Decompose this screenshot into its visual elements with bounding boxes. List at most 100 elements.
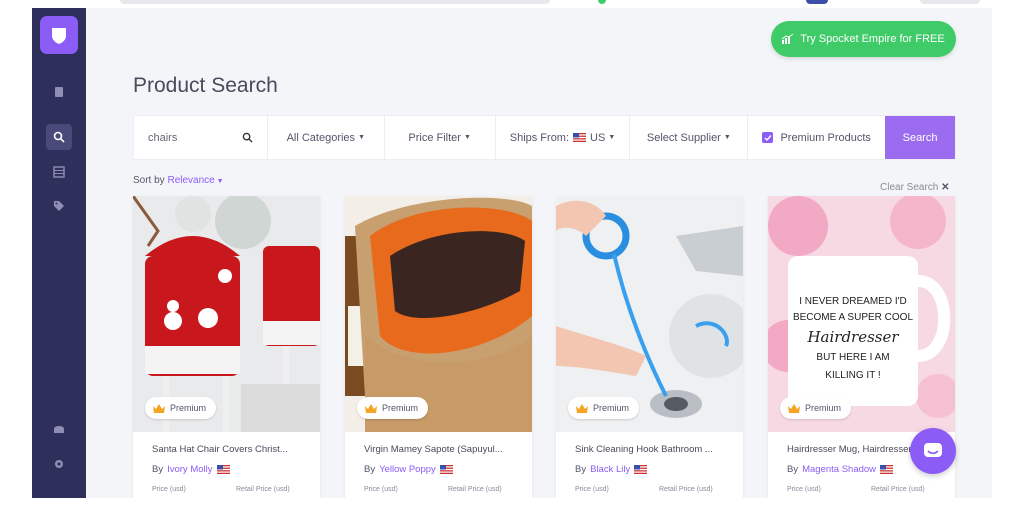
chevron-down-icon: ▼ <box>608 134 616 141</box>
browser-top-strip <box>0 0 1024 8</box>
by-label: By <box>364 464 376 475</box>
product-title[interactable]: Santa Hat Chair Covers Christ... <box>152 444 307 455</box>
search-query: chairs <box>148 131 178 144</box>
book-icon <box>55 87 63 97</box>
search-input[interactable]: chairs <box>134 116 268 159</box>
premium-products-toggle[interactable]: Premium Products <box>748 116 885 159</box>
clear-search-label: Clear Search <box>880 182 939 193</box>
retail-price-label: Retail Price (usd) <box>448 486 502 493</box>
search-button[interactable]: Search <box>885 116 955 159</box>
product-supplier: By Ivory Molly <box>152 464 234 475</box>
address-bar-fragment <box>120 0 550 4</box>
chevron-down-icon: ▼ <box>723 134 731 141</box>
chevron-down-icon: ▼ <box>463 134 471 141</box>
price-label: Price (usd) <box>364 486 398 493</box>
premium-products-label: Premium Products <box>780 131 871 144</box>
price-label: Price (usd) <box>575 486 609 493</box>
tag-icon <box>54 201 64 211</box>
mug-text-line5: KILLING IT ! <box>825 370 880 381</box>
sidebar-item-chat[interactable] <box>46 416 72 442</box>
us-flag-icon <box>573 133 587 142</box>
app-frame: Try Spocket Empire for FREE Product Sear… <box>32 8 992 498</box>
page-title: Product Search <box>133 74 278 97</box>
product-image[interactable]: Premium <box>345 196 532 432</box>
product-supplier: By Magenta Shadow <box>787 464 897 475</box>
gear-icon <box>55 460 63 468</box>
app-logo[interactable] <box>40 16 78 54</box>
premium-badge-label: Premium <box>170 403 207 413</box>
premium-badge-label: Premium <box>382 403 419 413</box>
sidebar <box>32 8 86 498</box>
supplier-link[interactable]: Yellow Poppy <box>379 464 436 475</box>
sidebar-item-search[interactable] <box>46 124 72 150</box>
ships-from-value: US <box>590 131 606 144</box>
sidebar-item-tags[interactable] <box>46 193 72 219</box>
mug-text-line1: I NEVER DREAMED I'D <box>799 296 906 307</box>
us-flag-icon <box>216 465 230 474</box>
categories-label: All Categories <box>286 131 356 144</box>
product-image[interactable]: Premium <box>133 196 320 432</box>
premium-badge: Premium <box>357 397 429 419</box>
categories-dropdown[interactable]: All Categories ▼ <box>268 116 385 159</box>
price-label: Price (usd) <box>152 486 186 493</box>
product-card[interactable]: Premium Santa Hat Chair Covers Christ...… <box>133 196 320 498</box>
premium-badge: Premium <box>568 397 640 419</box>
extension-icon <box>806 0 828 4</box>
crown-icon <box>365 403 377 413</box>
try-empire-button[interactable]: Try Spocket Empire for FREE <box>771 21 956 57</box>
product-supplier: By Yellow Poppy <box>364 464 457 475</box>
mug-text-line4: BUT HERE I AM <box>816 352 889 363</box>
ships-from-dropdown[interactable]: Ships From: US ▼ <box>496 116 631 159</box>
chat-launcher-button[interactable] <box>910 428 956 474</box>
premium-checkbox[interactable] <box>762 132 774 143</box>
sidebar-item-settings[interactable] <box>46 451 72 477</box>
chevron-down-icon: ▼ <box>214 178 224 185</box>
toolbar-fragment <box>920 0 980 4</box>
retail-price-label: Retail Price (usd) <box>236 486 290 493</box>
search-icon[interactable] <box>242 132 253 143</box>
mug-text-line2: BECOME A SUPER COOL <box>793 312 913 323</box>
mug-text-line3: Hairdresser <box>806 328 899 346</box>
sidebar-item-dashboard[interactable] <box>46 79 72 105</box>
premium-badge: Premium <box>780 397 852 419</box>
sort-value[interactable]: Relevance <box>167 175 214 186</box>
close-icon: ✕ <box>941 182 950 193</box>
product-supplier: By Black Lily <box>575 464 651 475</box>
product-image[interactable]: I NEVER DREAMED I'D BECOME A SUPER COOL … <box>768 196 955 432</box>
checkmark-icon <box>764 134 772 141</box>
price-filter-dropdown[interactable]: Price Filter ▼ <box>385 116 496 159</box>
chart-icon <box>782 34 794 44</box>
price-label: Price (usd) <box>787 486 821 493</box>
premium-badge-label: Premium <box>593 403 630 413</box>
chevron-down-icon: ▼ <box>358 134 365 141</box>
search-bar: chairs All Categories ▼ Price Filter ▼ Shi… <box>133 115 956 160</box>
product-title[interactable]: Sink Cleaning Hook Bathroom ... <box>575 444 730 455</box>
supplier-dropdown[interactable]: Select Supplier ▼ <box>630 116 749 159</box>
by-label: By <box>575 464 587 475</box>
supplier-link[interactable]: Magenta Shadow <box>802 464 876 475</box>
sidebar-item-list[interactable] <box>46 159 72 185</box>
clear-search-button[interactable]: Clear Search ✕ <box>880 182 950 193</box>
product-image[interactable]: Premium <box>556 196 743 432</box>
us-flag-icon <box>880 465 894 474</box>
search-icon <box>53 131 65 143</box>
sort-by[interactable]: Sort by Relevance ▼ <box>133 175 224 186</box>
crown-icon <box>576 403 588 413</box>
product-card[interactable]: Premium Sink Cleaning Hook Bathroom ... … <box>556 196 743 498</box>
by-label: By <box>787 464 799 475</box>
supplier-label: Select Supplier <box>646 131 721 144</box>
retail-price-label: Retail Price (usd) <box>871 486 925 493</box>
product-title[interactable]: Virgin Mamey Sapote (Sapuyul... <box>364 444 519 455</box>
product-card[interactable]: Premium Virgin Mamey Sapote (Sapuyul... … <box>345 196 532 498</box>
spocket-logo-icon <box>52 28 66 44</box>
extension-icon <box>598 0 606 4</box>
speech-icon <box>54 426 64 433</box>
ships-from-label: Ships From: <box>509 131 570 144</box>
supplier-link[interactable]: Black Lily <box>590 464 630 475</box>
crown-icon <box>788 403 800 413</box>
chat-icon <box>924 443 942 457</box>
try-empire-label: Try Spocket Empire for FREE <box>800 33 945 45</box>
crown-icon <box>153 403 165 413</box>
supplier-link[interactable]: Ivory Molly <box>167 464 212 475</box>
table-icon <box>53 166 65 178</box>
